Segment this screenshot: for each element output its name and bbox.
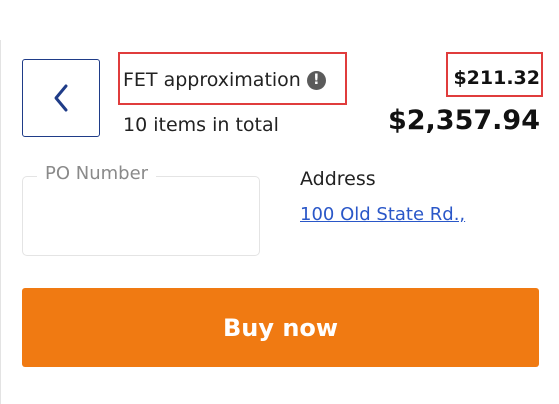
fet-approximation-label: FET approximation xyxy=(123,69,301,91)
back-button[interactable] xyxy=(22,59,100,137)
panel-divider xyxy=(0,40,1,404)
fet-amount: $211.32 xyxy=(453,67,540,89)
info-circle-icon[interactable]: ! xyxy=(306,70,326,90)
address-heading: Address xyxy=(300,168,376,190)
items-total: 10 items in total xyxy=(123,114,279,136)
total-amount: $2,357.94 xyxy=(387,105,540,136)
chevron-left-icon xyxy=(54,84,68,112)
po-number-label: PO Number xyxy=(37,161,157,187)
fet-approximation: FET approximation ! xyxy=(123,67,326,93)
buy-now-button[interactable]: Buy now xyxy=(22,288,539,367)
address-link[interactable]: 100 Old State Rd., xyxy=(300,202,465,228)
po-number-field[interactable] xyxy=(22,176,260,256)
